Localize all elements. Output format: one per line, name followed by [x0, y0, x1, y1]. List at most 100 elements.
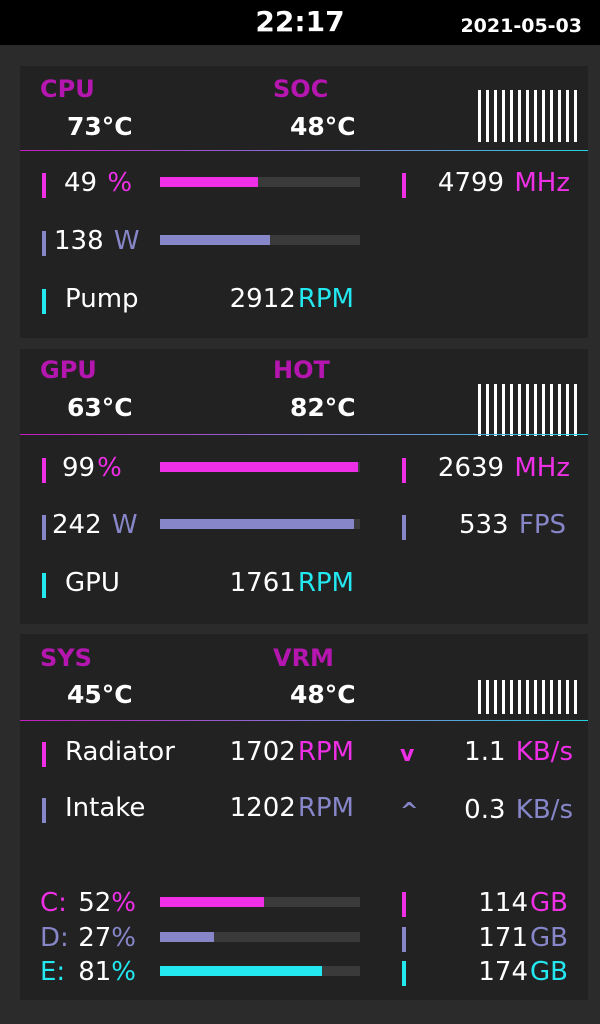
- cpu-label: CPU: [40, 75, 95, 103]
- gpu-load-value: 99: [62, 453, 96, 483]
- drive-e-marker: [402, 961, 406, 986]
- power-marker: [42, 515, 46, 540]
- soc-label: SOC: [273, 75, 329, 103]
- gpu-panel: GPU 63°C HOT 82°C 99% 2639 MHz 242 W 533…: [20, 349, 588, 624]
- drive-e-usage: 81%: [78, 957, 136, 987]
- radiator-rpm-value: 1702: [229, 737, 296, 767]
- download-arrow-icon: v: [400, 742, 415, 767]
- drive-c-usage: 52%: [78, 888, 136, 918]
- fps-marker: [402, 515, 406, 540]
- gpu-load-fill: [160, 462, 358, 472]
- gpu-fps-unit: FPS: [518, 510, 566, 540]
- gpu-fps-readout: 533 FPS: [459, 510, 566, 540]
- pump-readout: 2912RPM: [230, 284, 354, 314]
- separator-line: [20, 434, 588, 435]
- load-marker: [42, 458, 46, 483]
- intake-rpm-value: 1202: [229, 793, 296, 823]
- cpu-power-fill: [160, 235, 270, 245]
- gpu-fan-label: GPU: [65, 568, 120, 598]
- intake-rpm-unit: RPM: [297, 793, 354, 823]
- intake-label: Intake: [65, 793, 146, 823]
- separator-line: [20, 150, 588, 151]
- drive-e-free-readout: 174GB: [478, 957, 568, 987]
- drive-e-fill: [160, 966, 322, 976]
- intake-fan-marker: [42, 798, 46, 823]
- drive-e-percent-unit: %: [111, 957, 136, 987]
- activity-ticks-icon: [478, 90, 580, 142]
- download-readout: 1.1 KB/s: [464, 737, 573, 767]
- gpu-load-bar: [160, 462, 360, 472]
- sys-temp: 45°C: [67, 680, 133, 709]
- gpu-fan-rpm-value: 1761: [229, 568, 296, 598]
- radiator-label: Radiator: [65, 737, 175, 767]
- hotspot-label: HOT: [273, 356, 330, 384]
- separator-line: [20, 720, 588, 721]
- gpu-temp: 63°C: [67, 393, 133, 422]
- drive-c-marker: [402, 892, 406, 917]
- gpu-clock-unit: MHz: [514, 453, 570, 483]
- gpu-fan-readout: 1761RPM: [230, 568, 354, 598]
- drive-c-free: 114: [478, 888, 529, 918]
- cpu-panel: CPU 73°C SOC 48°C 49 % 4799 MHz 138 W Pu…: [20, 66, 588, 338]
- intake-readout: 1202RPM: [230, 793, 354, 823]
- drive-e-letter: E:: [40, 957, 66, 987]
- soc-temp: 48°C: [290, 112, 356, 141]
- clock-date: 2021-05-03: [460, 15, 582, 37]
- radiator-fan-marker: [42, 742, 46, 767]
- gpu-power-unit: W: [111, 510, 138, 540]
- cpu-load-value: 49: [64, 168, 98, 198]
- cpu-load-readout: 49 %: [64, 168, 132, 198]
- top-bar: 22:17 2021-05-03: [0, 0, 600, 45]
- drive-e-percent: 81: [78, 957, 112, 987]
- pump-rpm-value: 2912: [229, 284, 296, 314]
- drive-e-bar: [160, 966, 360, 976]
- clock-marker: [402, 458, 406, 483]
- cpu-load-fill: [160, 177, 258, 187]
- gpu-clock-value: 2639: [437, 453, 505, 483]
- gpu-label: GPU: [40, 356, 97, 384]
- drive-d-free-unit: GB: [530, 923, 568, 953]
- gpu-power-readout: 242 W: [52, 510, 138, 540]
- drive-d-fill: [160, 932, 214, 942]
- drive-c-free-readout: 114GB: [478, 888, 568, 918]
- pump-rpm-unit: RPM: [297, 284, 354, 314]
- cpu-clock-unit: MHz: [514, 168, 570, 198]
- load-marker: [42, 173, 46, 198]
- clock-marker: [402, 173, 406, 198]
- hotspot-temp: 82°C: [290, 393, 356, 422]
- drive-e-free: 174: [478, 957, 529, 987]
- radiator-readout: 1702RPM: [230, 737, 354, 767]
- vrm-temp: 48°C: [290, 680, 356, 709]
- cpu-power-unit: W: [113, 226, 140, 256]
- drive-d-percent-unit: %: [111, 923, 136, 953]
- drive-c-fill: [160, 897, 264, 907]
- pump-label: Pump: [65, 284, 139, 314]
- power-marker: [42, 231, 46, 256]
- gpu-load-readout: 99%: [62, 453, 122, 483]
- activity-ticks-icon: [478, 680, 580, 714]
- gpu-power-bar: [160, 519, 360, 529]
- drive-c-free-unit: GB: [530, 888, 568, 918]
- cpu-temp: 73°C: [67, 112, 133, 141]
- drive-e-free-unit: GB: [530, 957, 568, 987]
- cpu-clock-value: 4799: [437, 168, 505, 198]
- vrm-label: VRM: [273, 644, 334, 672]
- gpu-load-unit: %: [97, 453, 122, 483]
- drive-d-bar: [160, 932, 360, 942]
- fan-marker: [42, 289, 46, 314]
- cpu-power-value: 138: [54, 226, 104, 256]
- upload-arrow-icon: ^: [400, 799, 419, 824]
- gpu-power-fill: [160, 519, 354, 529]
- upload-value: 0.3: [464, 795, 506, 825]
- upload-readout: 0.3 KB/s: [464, 795, 573, 825]
- activity-ticks-icon: [478, 384, 580, 436]
- drive-d-letter: D:: [40, 923, 69, 953]
- cpu-load-unit: %: [107, 168, 133, 198]
- radiator-rpm-unit: RPM: [297, 737, 354, 767]
- drive-d-percent: 27: [78, 923, 112, 953]
- download-value: 1.1: [464, 737, 506, 767]
- gpu-fps-value: 533: [458, 510, 509, 540]
- drive-c-percent-unit: %: [111, 888, 136, 918]
- fan-marker: [42, 573, 46, 598]
- drive-d-free-readout: 171GB: [478, 923, 568, 953]
